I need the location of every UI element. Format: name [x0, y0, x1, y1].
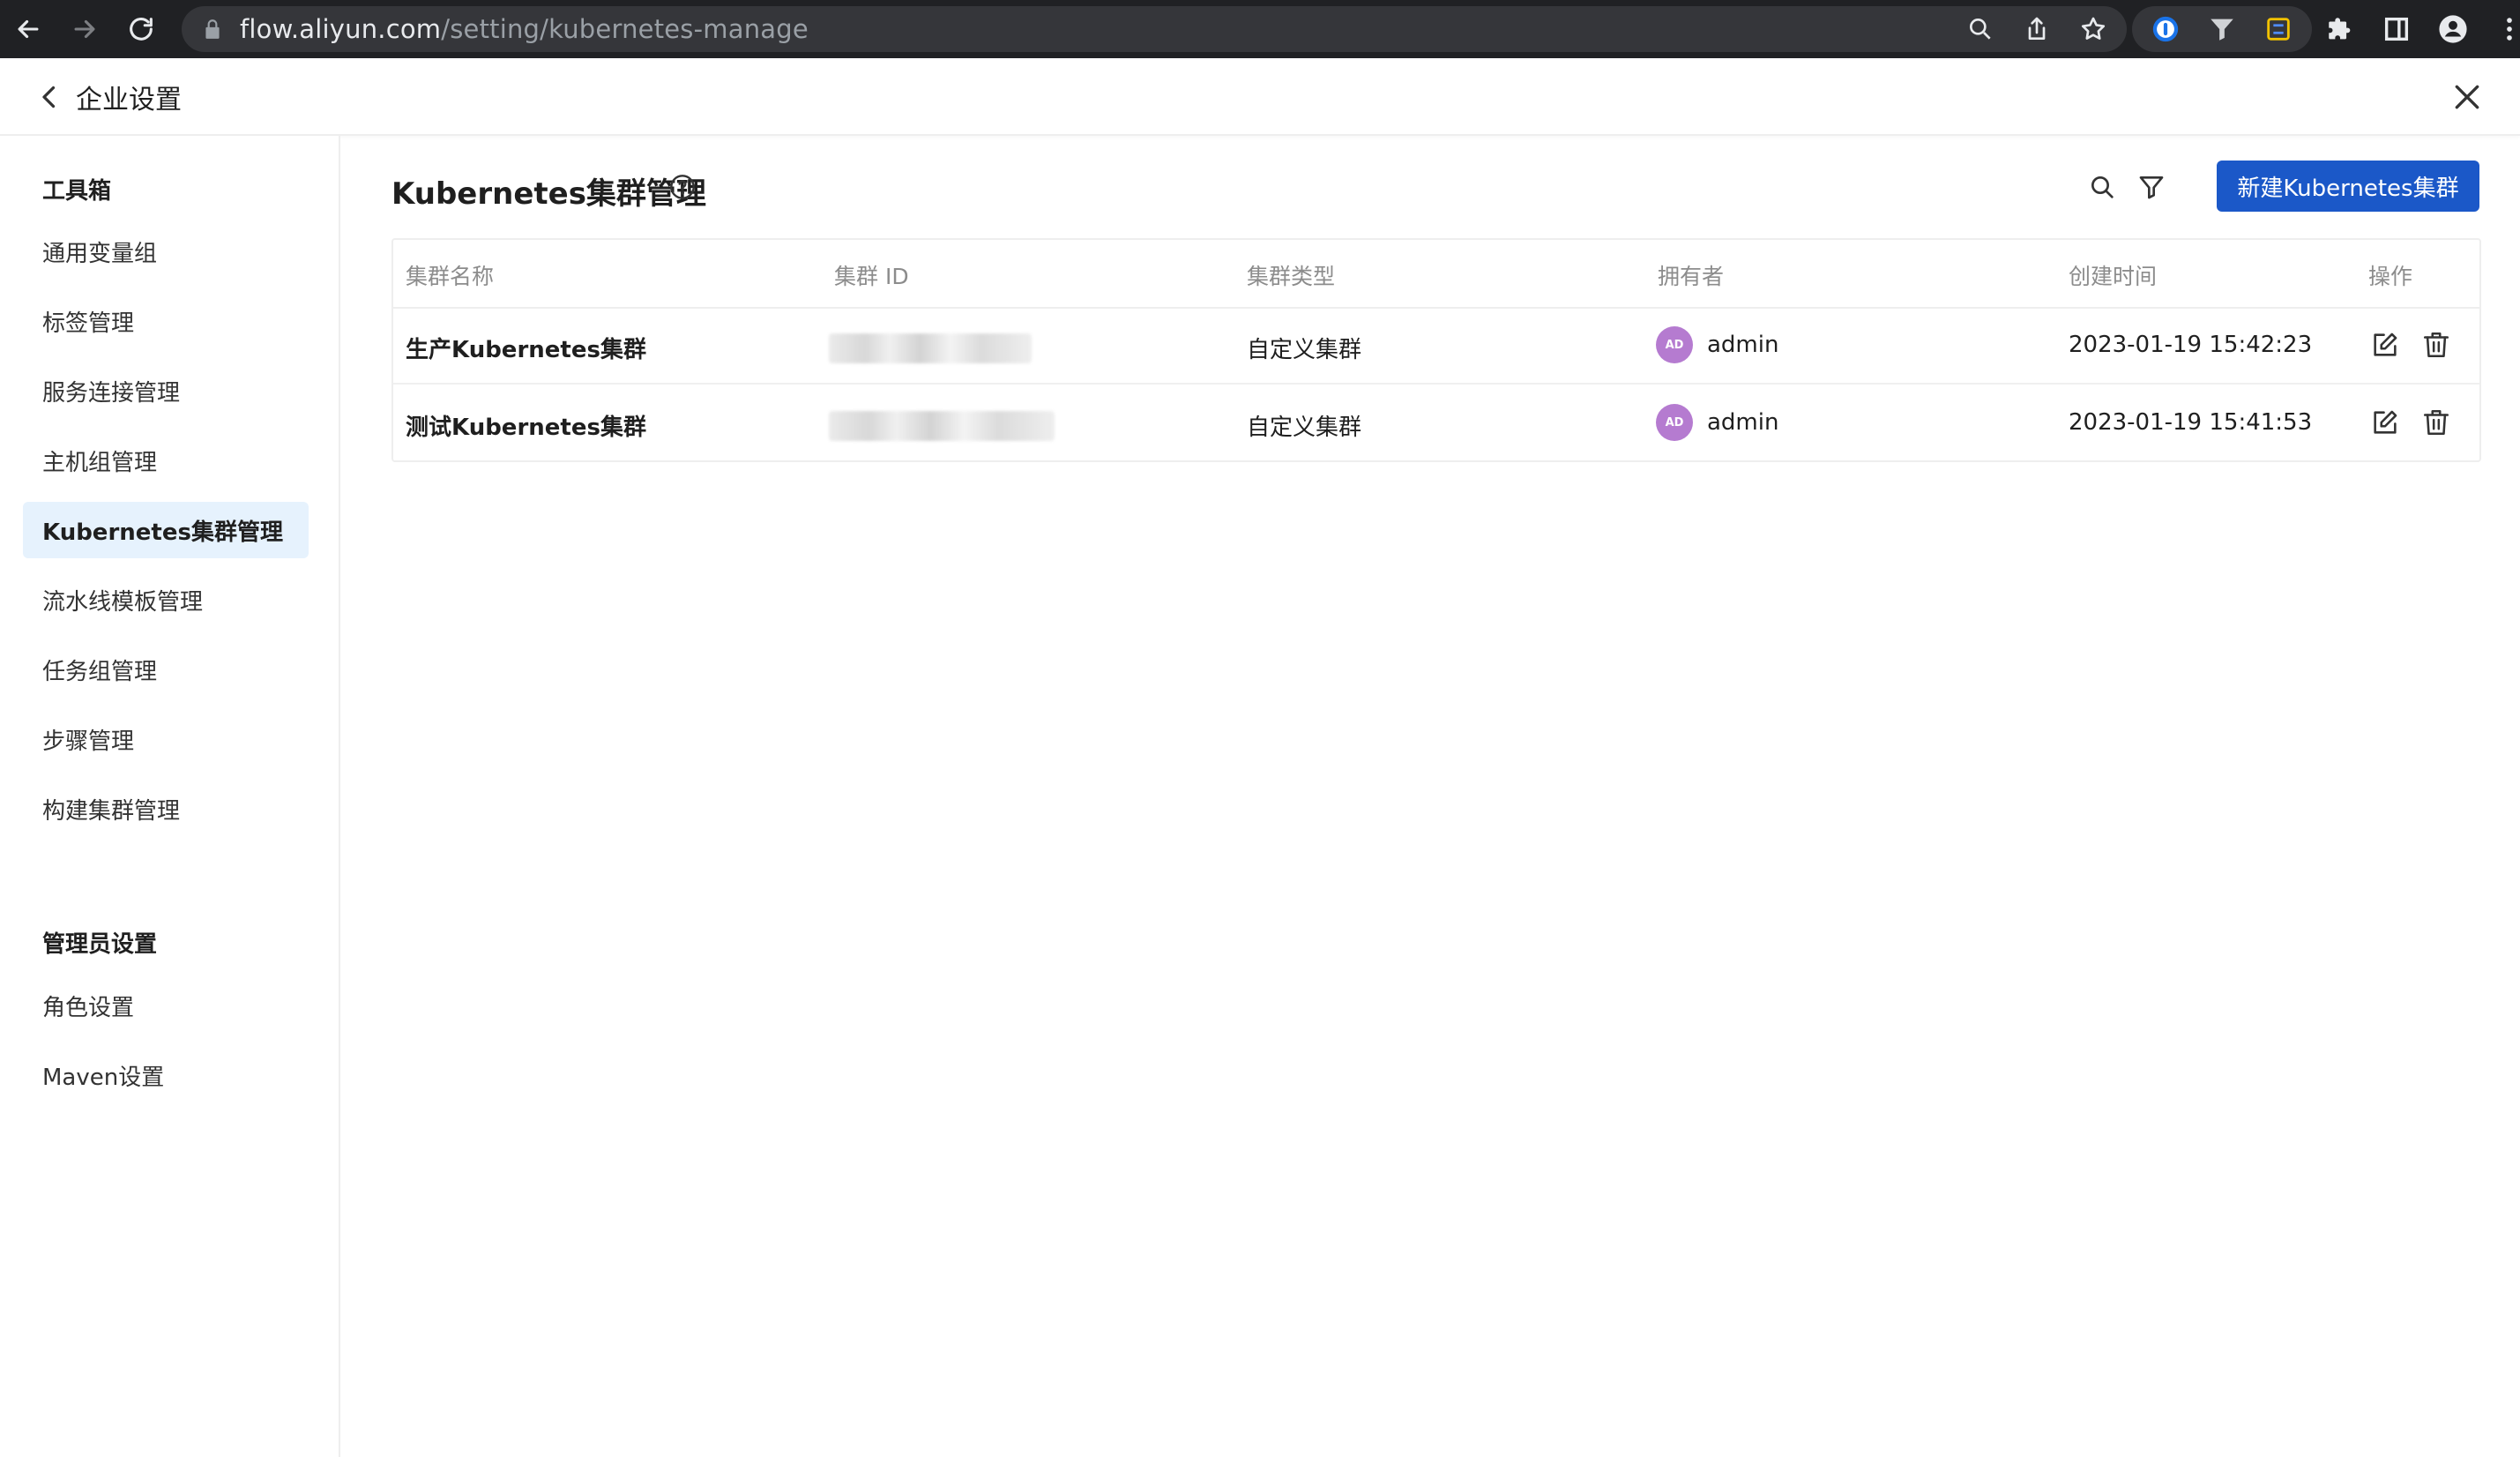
owner-name: admin — [1707, 332, 1779, 358]
sidebar-item-label: 构建集群管理 — [42, 797, 181, 825]
cluster-id-redacted — [829, 411, 1055, 441]
address-bar[interactable]: flow.aliyun.com/setting/kubernetes-manag… — [182, 6, 2127, 52]
edit-icon[interactable] — [2370, 330, 2400, 360]
sidebar-item-label: 通用变量组 — [42, 240, 158, 267]
sidebar-item-maven[interactable]: Maven设置 — [23, 1047, 309, 1103]
browser-toolbar: flow.aliyun.com/setting/kubernetes-manag… — [0, 0, 2520, 58]
column-header-cluster-id: 集群 ID — [834, 264, 909, 289]
table-row: 生产Kubernetes集群 自定义集群 AD admin 2023-01-19… — [393, 309, 2479, 385]
main-content: Kubernetes集群管理 新建Kubernetes集群 集群名称 集群 ID… — [340, 136, 2520, 1457]
url-host: flow.aliyun.com — [240, 14, 442, 44]
omnibox-actions — [1965, 6, 2109, 52]
zoom-icon — [1970, 19, 1991, 40]
avatar-initials: AD — [1665, 415, 1684, 430]
column-header-created: 创建时间 — [2069, 264, 2158, 289]
create-kubernetes-cluster-button[interactable]: 新建Kubernetes集群 — [2217, 161, 2479, 212]
created-time: 2023-01-19 15:41:53 — [2069, 409, 2313, 436]
browser-reload-button[interactable] — [113, 0, 169, 58]
extension-group — [2132, 6, 2312, 52]
sidebar-item-host-groups[interactable]: 主机组管理 — [23, 432, 309, 489]
header-title: 企业设置 — [76, 85, 182, 116]
cluster-name[interactable]: 测试Kubernetes集群 — [406, 409, 646, 442]
sidebar-item-roles[interactable]: 角色设置 — [23, 977, 309, 1034]
star-icon — [2081, 17, 2106, 40]
profile-icon — [2439, 15, 2467, 43]
arrow-right-icon — [74, 19, 95, 39]
cluster-type: 自定义集群 — [1247, 415, 1362, 441]
sidebar-group-title-admin: 管理员设置 — [42, 931, 158, 958]
question-circle-icon[interactable] — [668, 173, 697, 201]
sidebar-item-label: 任务组管理 — [42, 658, 158, 685]
sidebar-item-label: 服务连接管理 — [42, 379, 181, 407]
sidebar-item-task-groups[interactable]: 任务组管理 — [23, 641, 309, 698]
sidebar-item-label: 角色设置 — [42, 994, 135, 1021]
side-panel-icon — [2384, 17, 2409, 41]
lock-icon — [205, 19, 220, 39]
table-header: 集群名称 集群 ID 集群类型 拥有者 创建时间 操作 — [393, 240, 2479, 309]
side-panel-button[interactable] — [2368, 6, 2425, 52]
url-path: /setting/kubernetes-manage — [441, 14, 809, 44]
page-title: Kubernetes集群管理 — [391, 176, 706, 212]
created-time: 2023-01-19 15:42:23 — [2069, 332, 2313, 358]
sidebar-item-service-connections[interactable]: 服务连接管理 — [23, 362, 309, 419]
browser-menu-button[interactable] — [2481, 6, 2520, 52]
puzzle-icon — [2329, 18, 2351, 40]
bookmark-button[interactable] — [2077, 13, 2109, 45]
column-header-owner: 拥有者 — [1658, 264, 1725, 289]
page: flow.aliyun.com/setting/kubernetes-manag… — [0, 0, 2520, 1457]
trash-icon[interactable] — [2421, 330, 2451, 360]
sidebar-item-variable-groups[interactable]: 通用变量组 — [23, 223, 309, 280]
extension-translate[interactable] — [2250, 6, 2307, 52]
sidebar-item-tags[interactable]: 标签管理 — [23, 293, 309, 349]
share-icon — [2028, 17, 2046, 40]
extensions-button[interactable] — [2312, 6, 2368, 52]
sidebar-item-pipeline-templates[interactable]: 流水线模板管理 — [23, 572, 309, 628]
funnel-icon — [2211, 19, 2233, 41]
extensions-bar — [2132, 6, 2520, 52]
sidebar-item-steps[interactable]: 步骤管理 — [23, 711, 309, 767]
back-icon[interactable] — [34, 81, 65, 113]
table-row: 测试Kubernetes集群 自定义集群 AD admin 2023-01-19… — [393, 386, 2479, 462]
avatar-initials: AD — [1665, 338, 1684, 352]
trash-icon[interactable] — [2421, 407, 2451, 437]
share-button[interactable] — [2021, 13, 2053, 45]
cluster-name[interactable]: 生产Kubernetes集群 — [406, 332, 646, 364]
extension-filter[interactable] — [2194, 6, 2250, 52]
search-icon[interactable] — [2088, 173, 2116, 201]
url-text: flow.aliyun.com/setting/kubernetes-manag… — [240, 14, 809, 44]
sidebar-item-label: 流水线模板管理 — [42, 588, 204, 616]
owner-name: admin — [1707, 409, 1779, 436]
translate-icon — [2267, 18, 2290, 41]
browser-forward-button[interactable] — [56, 0, 113, 58]
app-header: 企业设置 — [0, 58, 2520, 136]
close-icon[interactable] — [2449, 79, 2485, 115]
avatar: AD — [1656, 404, 1693, 441]
sidebar-item-label: Kubernetes集群管理 — [42, 519, 283, 546]
sidebar-item-label: 主机组管理 — [42, 449, 158, 476]
sidebar-item-build-clusters[interactable]: 构建集群管理 — [23, 781, 309, 837]
sidebar-item-label: 标签管理 — [42, 310, 135, 337]
avatar: AD — [1656, 326, 1693, 363]
sidebar-item-label: Maven设置 — [42, 1064, 165, 1091]
filter-icon[interactable] — [2137, 173, 2166, 201]
column-header-actions: 操作 — [2368, 264, 2413, 289]
sidebar-group-title-toolbox: 工具箱 — [42, 178, 112, 205]
extension-password[interactable] — [2137, 6, 2194, 52]
edit-icon[interactable] — [2370, 407, 2400, 437]
reload-icon — [130, 18, 153, 41]
clusters-table: 集群名称 集群 ID 集群类型 拥有者 创建时间 操作 生产Kubernetes… — [391, 238, 2481, 462]
sidebar: 工具箱 通用变量组 标签管理 服务连接管理 主机组管理 Kubernetes集群… — [0, 136, 340, 1457]
password-manager-icon — [2152, 16, 2179, 42]
cluster-type: 自定义集群 — [1247, 337, 1362, 363]
zoom-button[interactable] — [1965, 13, 1996, 45]
arrow-left-icon — [18, 19, 39, 39]
sidebar-item-kubernetes-clusters[interactable]: Kubernetes集群管理 — [23, 502, 309, 558]
column-header-name: 集群名称 — [406, 264, 495, 289]
sidebar-item-label: 步骤管理 — [42, 728, 135, 755]
profile-button[interactable] — [2425, 6, 2481, 52]
browser-back-button[interactable] — [0, 0, 56, 58]
cluster-id-redacted — [829, 333, 1032, 363]
more-vertical-icon — [2507, 18, 2512, 41]
column-header-type: 集群类型 — [1247, 264, 1336, 289]
